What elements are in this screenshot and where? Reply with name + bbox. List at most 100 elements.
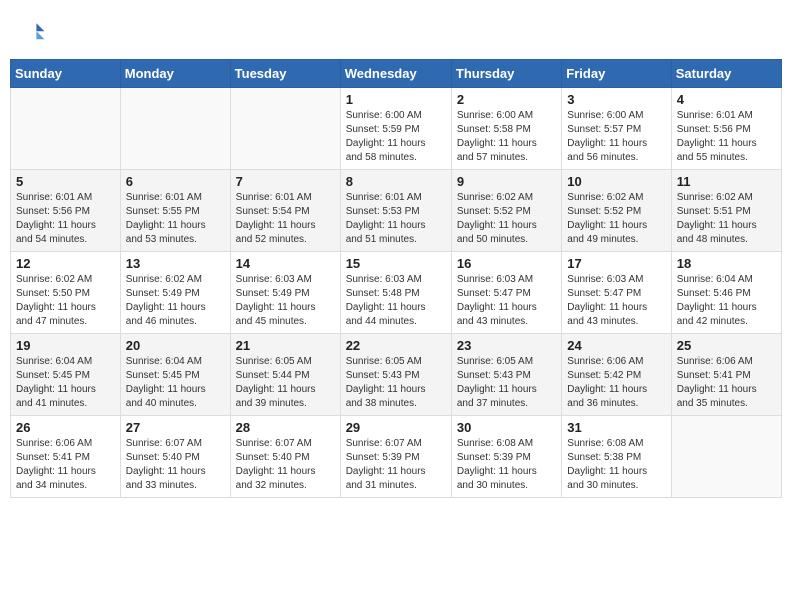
weekday-header-monday: Monday: [120, 60, 230, 88]
day-info: Sunrise: 6:03 AM Sunset: 5:47 PM Dayligh…: [567, 273, 665, 329]
day-number: 10: [567, 174, 665, 189]
calendar-day-cell: 9 Sunrise: 6:02 AM Sunset: 5:52 PM Daylig…: [451, 170, 561, 252]
day-number: 4: [677, 92, 776, 107]
calendar-day-cell: 27 Sunrise: 6:07 AM Sunset: 5:40 PM Dayli…: [120, 416, 230, 498]
calendar-day-cell: 13 Sunrise: 6:02 AM Sunset: 5:49 PM Dayli…: [120, 252, 230, 334]
calendar-day-cell: 6 Sunrise: 6:01 AM Sunset: 5:55 PM Daylig…: [120, 170, 230, 252]
calendar-day-cell: 28 Sunrise: 6:07 AM Sunset: 5:40 PM Dayli…: [230, 416, 340, 498]
calendar-day-cell: 30 Sunrise: 6:08 AM Sunset: 5:39 PM Dayli…: [451, 416, 561, 498]
calendar-day-cell: 17 Sunrise: 6:03 AM Sunset: 5:47 PM Dayli…: [562, 252, 671, 334]
weekday-header-wednesday: Wednesday: [340, 60, 451, 88]
day-info: Sunrise: 6:02 AM Sunset: 5:50 PM Dayligh…: [16, 273, 115, 329]
day-number: 29: [346, 420, 446, 435]
calendar-day-cell: 7 Sunrise: 6:01 AM Sunset: 5:54 PM Daylig…: [230, 170, 340, 252]
day-info: Sunrise: 6:02 AM Sunset: 5:51 PM Dayligh…: [677, 191, 776, 247]
calendar-day-cell: 2Sunrise: 6:00 AM Sunset: 5:58 PM Daylig…: [451, 88, 561, 170]
day-number: 17: [567, 256, 665, 271]
calendar-day-cell: [120, 88, 230, 170]
calendar-week-row: 19Sunrise: 6:04 AM Sunset: 5:45 PM Dayli…: [11, 334, 782, 416]
calendar-day-cell: 10 Sunrise: 6:02 AM Sunset: 5:52 PM Dayli…: [562, 170, 671, 252]
day-info: Sunrise: 6:01 AM Sunset: 5:54 PM Dayligh…: [236, 191, 335, 247]
calendar-day-cell: 21 Sunrise: 6:05 AM Sunset: 5:44 PM Dayli…: [230, 334, 340, 416]
logo-icon: [22, 20, 46, 44]
calendar-day-cell: 25Sunrise: 6:06 AM Sunset: 5:41 PM Dayli…: [671, 334, 781, 416]
weekday-header-tuesday: Tuesday: [230, 60, 340, 88]
day-number: 26: [16, 420, 115, 435]
day-info: Sunrise: 6:08 AM Sunset: 5:38 PM Dayligh…: [567, 437, 665, 493]
calendar-day-cell: 16 Sunrise: 6:03 AM Sunset: 5:47 PM Dayli…: [451, 252, 561, 334]
day-number: 8: [346, 174, 446, 189]
day-number: 14: [236, 256, 335, 271]
day-number: 30: [457, 420, 556, 435]
day-number: 1: [346, 92, 446, 107]
calendar-day-cell: 11 Sunrise: 6:02 AM Sunset: 5:51 PM Dayli…: [671, 170, 781, 252]
day-number: 5: [16, 174, 115, 189]
day-info: Sunrise: 6:06 AM Sunset: 5:42 PM Dayligh…: [567, 355, 665, 411]
day-info: Sunrise: 6:05 AM Sunset: 5:43 PM Dayligh…: [346, 355, 446, 411]
calendar-week-row: 26 Sunrise: 6:06 AM Sunset: 5:41 PM Dayli…: [11, 416, 782, 498]
weekday-header-friday: Friday: [562, 60, 671, 88]
day-info: Sunrise: 6:02 AM Sunset: 5:49 PM Dayligh…: [126, 273, 225, 329]
calendar-day-cell: 4 Sunrise: 6:01 AM Sunset: 5:56 PM Daylig…: [671, 88, 781, 170]
calendar-day-cell: 24Sunrise: 6:06 AM Sunset: 5:42 PM Dayli…: [562, 334, 671, 416]
calendar-day-cell: [230, 88, 340, 170]
calendar-day-cell: 26 Sunrise: 6:06 AM Sunset: 5:41 PM Dayli…: [11, 416, 121, 498]
logo: [20, 20, 50, 49]
calendar-day-cell: 8 Sunrise: 6:01 AM Sunset: 5:53 PM Daylig…: [340, 170, 451, 252]
calendar-day-cell: 14 Sunrise: 6:03 AM Sunset: 5:49 PM Dayli…: [230, 252, 340, 334]
day-number: 11: [677, 174, 776, 189]
weekday-header-sunday: Sunday: [11, 60, 121, 88]
day-info: Sunrise: 6:07 AM Sunset: 5:40 PM Dayligh…: [126, 437, 225, 493]
day-info: Sunrise: 6:02 AM Sunset: 5:52 PM Dayligh…: [567, 191, 665, 247]
day-info: Sunrise: 6:00 AM Sunset: 5:59 PM Dayligh…: [346, 109, 446, 165]
day-number: 20: [126, 338, 225, 353]
calendar-day-cell: 23 Sunrise: 6:05 AM Sunset: 5:43 PM Dayli…: [451, 334, 561, 416]
calendar-day-cell: [11, 88, 121, 170]
day-number: 22: [346, 338, 446, 353]
day-number: 28: [236, 420, 335, 435]
day-info: Sunrise: 6:05 AM Sunset: 5:44 PM Dayligh…: [236, 355, 335, 411]
day-info: Sunrise: 6:04 AM Sunset: 5:46 PM Dayligh…: [677, 273, 776, 329]
day-info: Sunrise: 6:05 AM Sunset: 5:43 PM Dayligh…: [457, 355, 556, 411]
day-info: Sunrise: 6:06 AM Sunset: 5:41 PM Dayligh…: [16, 437, 115, 493]
day-info: Sunrise: 6:02 AM Sunset: 5:52 PM Dayligh…: [457, 191, 556, 247]
day-number: 31: [567, 420, 665, 435]
day-info: Sunrise: 6:03 AM Sunset: 5:49 PM Dayligh…: [236, 273, 335, 329]
day-info: Sunrise: 6:04 AM Sunset: 5:45 PM Dayligh…: [126, 355, 225, 411]
calendar-day-cell: 20 Sunrise: 6:04 AM Sunset: 5:45 PM Dayli…: [120, 334, 230, 416]
day-number: 12: [16, 256, 115, 271]
day-number: 13: [126, 256, 225, 271]
day-info: Sunrise: 6:08 AM Sunset: 5:39 PM Dayligh…: [457, 437, 556, 493]
day-number: 18: [677, 256, 776, 271]
calendar-day-cell: 29 Sunrise: 6:07 AM Sunset: 5:39 PM Dayli…: [340, 416, 451, 498]
day-number: 23: [457, 338, 556, 353]
calendar-day-cell: 22 Sunrise: 6:05 AM Sunset: 5:43 PM Dayli…: [340, 334, 451, 416]
calendar-week-row: 12 Sunrise: 6:02 AM Sunset: 5:50 PM Dayli…: [11, 252, 782, 334]
day-number: 7: [236, 174, 335, 189]
weekday-header-thursday: Thursday: [451, 60, 561, 88]
day-number: 21: [236, 338, 335, 353]
calendar-day-cell: 3 Sunrise: 6:00 AM Sunset: 5:57 PM Daylig…: [562, 88, 671, 170]
day-info: Sunrise: 6:07 AM Sunset: 5:40 PM Dayligh…: [236, 437, 335, 493]
day-number: 27: [126, 420, 225, 435]
calendar-day-cell: 18 Sunrise: 6:04 AM Sunset: 5:46 PM Dayli…: [671, 252, 781, 334]
day-info: Sunrise: 6:04 AM Sunset: 5:45 PM Dayligh…: [16, 355, 115, 411]
day-number: 6: [126, 174, 225, 189]
day-number: 9: [457, 174, 556, 189]
calendar-header-row: SundayMondayTuesdayWednesdayThursdayFrid…: [11, 60, 782, 88]
day-info: Sunrise: 6:01 AM Sunset: 5:55 PM Dayligh…: [126, 191, 225, 247]
calendar-day-cell: 12 Sunrise: 6:02 AM Sunset: 5:50 PM Dayli…: [11, 252, 121, 334]
day-number: 25: [677, 338, 776, 353]
day-info: Sunrise: 6:00 AM Sunset: 5:57 PM Dayligh…: [567, 109, 665, 165]
day-number: 16: [457, 256, 556, 271]
day-info: Sunrise: 6:03 AM Sunset: 5:47 PM Dayligh…: [457, 273, 556, 329]
day-info: Sunrise: 6:07 AM Sunset: 5:39 PM Dayligh…: [346, 437, 446, 493]
calendar-day-cell: 5Sunrise: 6:01 AM Sunset: 5:56 PM Daylig…: [11, 170, 121, 252]
weekday-header-saturday: Saturday: [671, 60, 781, 88]
calendar-day-cell: [671, 416, 781, 498]
day-info: Sunrise: 6:01 AM Sunset: 5:53 PM Dayligh…: [346, 191, 446, 247]
day-info: Sunrise: 6:01 AM Sunset: 5:56 PM Dayligh…: [677, 109, 776, 165]
page-header: [10, 10, 782, 54]
calendar-day-cell: 19Sunrise: 6:04 AM Sunset: 5:45 PM Dayli…: [11, 334, 121, 416]
day-number: 3: [567, 92, 665, 107]
